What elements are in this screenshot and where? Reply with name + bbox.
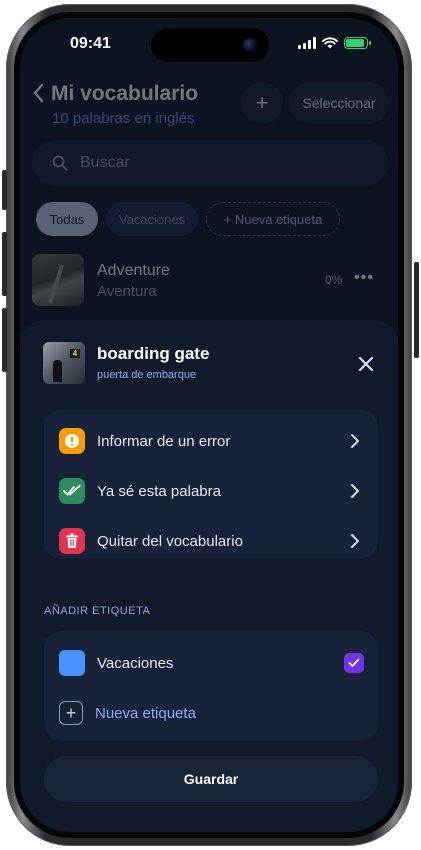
remove-word-button[interactable]: Quitar del vocabulario [44, 519, 378, 563]
already-know-label: Ya sé esta palabra [97, 482, 221, 500]
add-tag-heading: AÑADIR ETIQUETA [44, 605, 151, 617]
volume-down-button [2, 308, 7, 372]
tag-label: Vacaciones [97, 654, 174, 672]
chevron-right-icon [351, 534, 359, 548]
new-tag-button[interactable]: + Nueva etiqueta [44, 691, 378, 735]
already-know-button[interactable]: Ya sé esta palabra [44, 469, 378, 513]
plus-icon: + [59, 701, 83, 725]
action-button [2, 170, 7, 210]
double-check-icon [59, 478, 85, 504]
report-error-label: Informar de un error [97, 432, 231, 450]
word-image: 4 [43, 342, 85, 384]
trash-icon [59, 528, 85, 554]
power-button [414, 262, 419, 358]
tag-checkbox[interactable] [344, 653, 364, 673]
chevron-right-icon [351, 434, 359, 448]
volume-up-button [2, 232, 7, 296]
save-button[interactable]: Guardar [44, 756, 378, 802]
new-tag-label: Nueva etiqueta [95, 704, 196, 722]
tag-color-swatch [59, 650, 85, 676]
report-error-button[interactable]: Informar de un error [44, 419, 378, 463]
actions-group: Informar de un error Ya sé esta palabra … [44, 409, 378, 559]
tag-row-vacations[interactable]: Vacaciones [44, 641, 378, 685]
chevron-right-icon [351, 484, 359, 498]
sheet-content: 4 boarding gate puerta de embarque Infor… [20, 18, 398, 832]
sheet-word-title: boarding gate [97, 344, 210, 363]
warning-icon [59, 428, 85, 454]
close-icon[interactable] [354, 352, 378, 376]
tags-group: Vacaciones + Nueva etiqueta [44, 631, 378, 741]
remove-word-label: Quitar del vocabulario [97, 532, 243, 550]
sheet-word-translation: puerta de embarque [97, 369, 197, 381]
